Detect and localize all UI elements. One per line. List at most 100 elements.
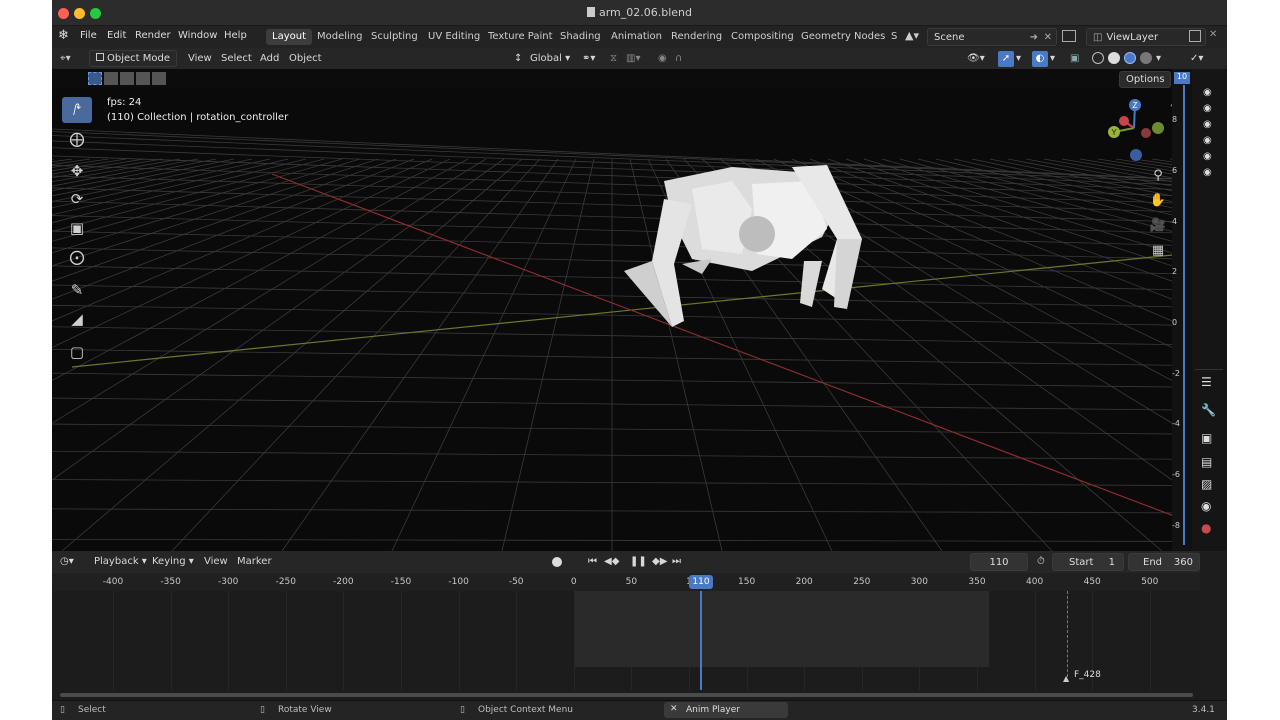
menu-edit[interactable]: Edit [107,30,126,41]
menu-timeline-view[interactable]: View [204,554,228,570]
clear-scene-icon[interactable]: ✕ [1044,29,1052,47]
scene-selector-icon[interactable]: ▲▾ [905,29,919,42]
overlays-dropdown-icon[interactable]: ▾ [1050,51,1055,67]
menu-add[interactable]: Add [260,51,279,67]
view-layer-prop-icon[interactable]: ▨ [1201,477,1212,491]
anim-player-badge[interactable]: ✕ Anim Player [664,702,788,718]
start-frame-field[interactable]: Start 1 [1052,553,1124,571]
tool-settings-icon[interactable]: ✓▾ [1190,51,1203,67]
output-icon[interactable]: ▤ [1201,455,1212,469]
render-icon[interactable]: ▣ [1201,431,1212,445]
camera-icon[interactable]: ◉ [1203,151,1212,162]
tab-geometry-nodes[interactable]: Geometry Nodes [795,29,891,45]
tab-shading[interactable]: Shading [554,29,607,45]
timeline-editor-icon[interactable]: ◷▾ [60,554,74,570]
measure-tool-icon[interactable]: ◢ [62,306,92,332]
object-mode-dropdown[interactable]: Object Mode ▾ [89,50,177,79]
menu-object[interactable]: Object [289,51,322,67]
rendered-shading-icon[interactable] [1140,52,1152,64]
falloff-icon[interactable]: ∩ [675,51,682,67]
jump-keyframe-forward-icon[interactable]: ◆▶ [652,554,667,570]
zoom-icon[interactable]: ⚲ [1147,164,1169,186]
marker-icon[interactable]: ▲ [1063,674,1069,683]
select-subtract-icon[interactable] [120,72,134,85]
xray-icon[interactable]: ▣ [1070,51,1079,67]
3d-viewport[interactable]: fps: 24 (110) Collection | rotation_cont… [52,89,1182,551]
pan-hand-icon[interactable]: ✋ [1147,189,1169,211]
new-scene-icon[interactable] [1062,30,1076,42]
menu-marker[interactable]: Marker [237,554,272,570]
menu-keying[interactable]: Keying ▾ [152,554,194,570]
tab-modeling[interactable]: Modeling [311,29,369,45]
select-extend-icon[interactable] [104,72,118,85]
menu-render[interactable]: Render [135,30,171,41]
view-layer-field[interactable]: ◫ ViewLayer [1086,28,1206,46]
cursor-tool-icon[interactable]: ⨁ [62,126,92,152]
transform-orientation-dropdown[interactable]: Global ▾ [530,51,570,67]
menu-file[interactable]: File [80,30,97,41]
perspective-toggle-icon[interactable]: ▦ [1147,239,1169,261]
move-tool-icon[interactable]: ✥ [62,158,92,184]
camera-icon[interactable]: ◉ [1203,135,1212,146]
annotate-tool-icon[interactable]: ✎ [62,277,92,303]
shading-dropdown-icon[interactable]: ▾ [1156,51,1161,67]
timeline-body[interactable]: ▲ F_428 [52,591,1200,700]
pin-icon[interactable]: ➜ [1030,29,1038,47]
tab-texture-paint[interactable]: Texture Paint [482,29,559,45]
proportional-edit-icon[interactable]: ◉ [658,51,667,67]
tab-layout[interactable]: Layout [266,29,312,45]
remove-view-layer-icon[interactable]: ✕ [1209,29,1217,40]
editor-type-icon[interactable]: ⌖▾ [60,51,71,67]
gizmo-toggle-icon[interactable]: ➚ [998,51,1014,67]
end-frame-field[interactable]: End 360 [1128,553,1200,571]
camera-icon[interactable]: ◉ [1203,167,1212,178]
timeline-scrollbar[interactable] [52,690,1200,700]
material-shading-icon[interactable] [1124,52,1136,64]
playhead-line[interactable] [700,591,702,700]
scene-field[interactable]: Scene ➜ ✕ [927,28,1057,46]
blender-logo-icon[interactable]: ❄ [58,28,69,43]
select-new-icon[interactable] [88,72,102,85]
playhead-label[interactable]: 110 [689,575,713,589]
jump-keyframe-back-icon[interactable]: ◀◆ [604,554,619,570]
jump-start-icon[interactable]: ⏮ [588,554,597,570]
solid-shading-icon[interactable] [1108,52,1120,64]
current-frame-field[interactable]: 110 [970,553,1028,571]
rotate-tool-icon[interactable]: ⟳ [62,186,92,212]
record-icon[interactable] [552,557,562,567]
scene-prop-icon[interactable]: ◉ [1201,499,1211,513]
wrench-icon[interactable]: 🔧 [1201,403,1216,417]
overlays-toggle-icon[interactable]: ◐ [1032,51,1048,67]
camera-view-icon[interactable]: 🎥 [1147,214,1169,236]
menu-select[interactable]: Select [221,51,252,67]
tab-uv-editing[interactable]: UV Editing [422,29,486,45]
gizmo-dropdown-icon[interactable]: ▾ [1016,51,1021,67]
tab-sculpting[interactable]: Sculpting [365,29,424,45]
world-prop-icon[interactable]: ● [1201,521,1211,535]
properties-tool-icon[interactable]: ☰ [1201,375,1212,389]
camera-icon[interactable]: ◉ [1203,103,1212,114]
select-invert-icon[interactable] [136,72,150,85]
transform-tool-icon[interactable]: ⨀ [62,244,92,270]
menu-help[interactable]: Help [224,30,247,41]
preview-range-icon[interactable]: ⏱ [1037,554,1045,570]
tab-rendering[interactable]: Rendering [665,29,728,45]
visibility-icon[interactable]: 👁▾ [967,51,985,67]
tab-animation[interactable]: Animation [605,29,668,45]
wireframe-shading-icon[interactable] [1092,52,1104,64]
transform-orientation-icon[interactable]: ↕ [514,51,522,67]
scrollbar-thumb[interactable] [60,693,1193,697]
camera-icon[interactable]: ◉ [1203,119,1212,130]
tab-scripting[interactable]: S [885,29,903,45]
snap-target-icon[interactable]: ▥▾ [626,51,640,67]
menu-window[interactable]: Window [178,30,217,41]
menu-view[interactable]: View [188,51,212,67]
tab-compositing[interactable]: Compositing [725,29,800,45]
camera-icon[interactable]: ◉ [1203,87,1212,98]
options-dropdown[interactable]: Options ▾ [1119,71,1171,100]
robot-arm-model[interactable] [624,165,862,327]
navigation-gizmo[interactable]: Z Y [1100,95,1164,161]
snap-icon[interactable]: ⧖ [610,51,617,67]
jump-end-icon[interactable]: ⏭ [672,554,681,570]
cancel-icon[interactable]: ✕ [670,704,678,714]
